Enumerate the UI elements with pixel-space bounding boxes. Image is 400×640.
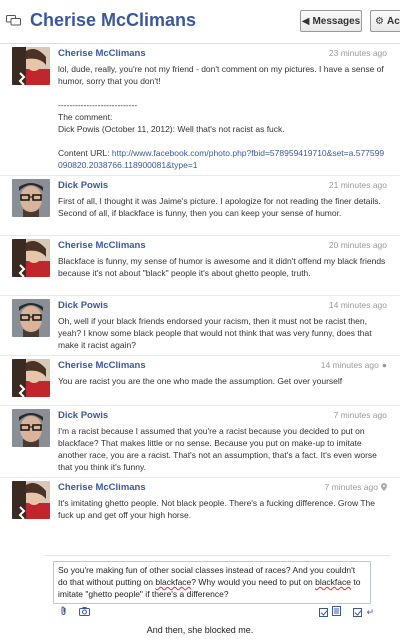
conversation-header: Cherise McClimans ◀ Messages ⚙ Ac [0,0,400,44]
sender-name[interactable]: Dick Powis [58,180,108,191]
reply-text-part: ? Why would you need to put on [191,577,316,587]
chevron-left-icon: ◀ [301,15,310,27]
avatar[interactable] [12,481,50,519]
content-url-label: Content URL: [58,148,112,158]
separator-text: ---------------------------- [58,100,138,110]
message-body: lol, dude, really, you're not my friend … [58,63,388,171]
location-pin-icon [381,483,387,491]
message-text: You are racist you are the one who made … [58,376,343,386]
timestamp-text: 14 minutes ago [320,360,379,370]
message-text: It's imitating ghetto people. Not black … [58,498,375,520]
actions-button-label: Ac [386,15,400,27]
document-icon[interactable] [332,606,342,618]
message-text: First of all, I thought it was Jaime's p… [58,196,381,218]
reply-textarea[interactable]: So you're making fun of other social cla… [53,561,371,604]
message-item: Cherise McClimans 7 minutes ago It's imi… [0,478,400,550]
message-text: I'm a racist because I assumed that you'… [58,426,377,472]
sender-name[interactable]: Cherise McClimans [58,48,146,59]
avatar[interactable] [12,359,50,397]
composer-attachments [59,606,90,616]
message-item: Dick Powis 7 minutes ago I'm a racist be… [0,406,400,478]
timestamp: 14 minutes ago ● [321,360,387,370]
timestamp: 14 minutes ago [328,300,387,310]
enter-key-icon: ↵ [366,606,374,617]
attach-file-icon[interactable] [59,606,69,616]
sender-name[interactable]: Cherise McClimans [58,240,146,251]
actions-button[interactable]: ⚙ Ac [370,10,400,32]
reply-composer: So you're making fun of other social cla… [45,555,390,630]
composer-options: ↵ [319,606,374,618]
gear-icon: ⚙ [375,15,384,27]
avatar[interactable] [12,299,50,337]
timestamp: 7 minutes ago [325,482,387,492]
message-text: Oh, well if your black friends endorsed … [58,316,372,350]
timestamp: 7 minutes ago [333,410,387,420]
conversation-icon [6,15,21,26]
avatar[interactable] [12,47,50,85]
misspelled-word: blackface [315,577,352,587]
press-enter-checkbox-icon[interactable] [319,607,329,617]
timestamp: 21 minutes ago [328,180,387,190]
camera-icon[interactable] [79,606,90,616]
timestamp: 20 minutes ago [328,240,387,250]
message-item: Cherise McClimans 20 minutes ago Blackfa… [0,236,400,296]
message-item: Cherise McClimans 14 minutes ago ● You a… [0,356,400,406]
avatar[interactable] [12,179,50,217]
conversation-title: Cherise McClimans [30,10,197,30]
map-pin-icon: ● [381,360,387,370]
avatar[interactable] [12,239,50,277]
timestamp-text: 7 minutes ago [324,482,378,492]
sender-name[interactable]: Dick Powis [58,410,108,421]
timestamp: 23 minutes ago [328,48,387,58]
sender-name[interactable]: Dick Powis [58,300,108,311]
misspelled-word: blackface [155,577,192,587]
sender-name[interactable]: Cherise McClimans [58,482,146,493]
message-text: Blackface is funny, my sense of humor is… [58,256,386,278]
sender-name[interactable]: Cherise McClimans [58,360,146,371]
messages-button-label: Messages [312,15,361,27]
message-text: lol, dude, really, you're not my friend … [58,64,384,86]
message-thread: Cherise McClimans 23 minutes ago lol, du… [0,44,400,550]
avatar[interactable] [12,409,50,447]
comment-label: The comment: [58,112,113,122]
comment-text: Dick Powis (October 11, 2012): Well that… [58,124,285,134]
back-to-messages-button[interactable]: ◀ Messages [300,10,362,32]
message-item: Cherise McClimans 23 minutes ago lol, du… [0,44,400,176]
message-item: Dick Powis 14 minutes ago Oh, well if yo… [0,296,400,356]
quick-reply-checkbox-icon[interactable] [353,607,363,617]
image-caption: And then, she blocked me. [146,625,254,635]
message-item: Dick Powis 21 minutes ago First of all, … [0,176,400,236]
